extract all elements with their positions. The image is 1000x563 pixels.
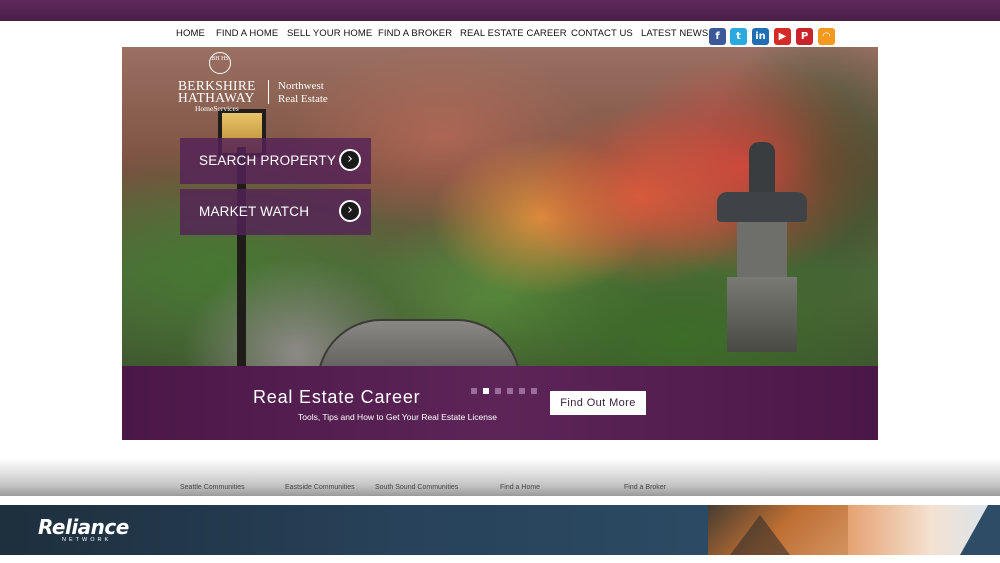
pinterest-icon[interactable]: P: [796, 28, 813, 45]
logo-homeservices: HomeServices: [195, 104, 239, 113]
banner-subtitle: Tools, Tips and How to Get Your Real Est…: [298, 412, 497, 422]
linkedin-icon[interactable]: in: [752, 28, 769, 45]
nav-find-a-home[interactable]: FIND A HOME: [216, 28, 278, 39]
footer-link-south-sound[interactable]: South Sound Communities: [375, 484, 458, 491]
promo-banner: Real Estate Career Tools, Tips and How t…: [122, 366, 878, 440]
reliance-footer: Reliance NETWORK: [0, 505, 1000, 555]
market-watch-button[interactable]: MARKET WATCH ›: [180, 189, 371, 235]
top-bar: [0, 0, 1000, 21]
search-property-button[interactable]: SEARCH PROPERTY ›: [180, 138, 371, 184]
find-out-more-button[interactable]: Find Out More: [550, 391, 646, 415]
nav-contact-us[interactable]: CONTACT US: [571, 28, 633, 39]
footer-link-find-home[interactable]: Find a Home: [500, 484, 540, 491]
logo-seal: BH HS: [209, 52, 231, 74]
slider-dot[interactable]: [471, 388, 477, 394]
logo-wordmark: BERKSHIRE HATHAWAY: [178, 79, 256, 105]
brand-logo[interactable]: BH HS BERKSHIRE HATHAWAY HomeServices No…: [178, 52, 338, 114]
footer-links: Seattle Communities Eastside Communities…: [0, 458, 1000, 496]
slider-dot[interactable]: [519, 388, 525, 394]
twitter-icon[interactable]: t: [730, 28, 747, 45]
slider-dots: [471, 381, 543, 399]
slider-dot[interactable]: [483, 388, 489, 394]
nav-find-a-broker[interactable]: FIND A BROKER: [378, 28, 452, 39]
stone-lantern: [717, 142, 807, 352]
logo-divider: [268, 80, 269, 104]
facebook-icon[interactable]: f: [709, 28, 726, 45]
logo-region: Northwest Real Estate: [278, 80, 328, 106]
decorative-graphic: [848, 505, 988, 555]
nav-sell-your-home[interactable]: SELL YOUR HOME: [287, 28, 372, 39]
rss-icon[interactable]: ◠: [818, 28, 835, 45]
banner-title: Real Estate Career: [253, 387, 421, 407]
reliance-logo[interactable]: Reliance: [38, 515, 129, 539]
logo-region-1: Northwest: [278, 80, 324, 92]
nav-real-estate-career[interactable]: REAL ESTATE CAREER: [460, 28, 567, 39]
footer-link-eastside[interactable]: Eastside Communities: [285, 484, 355, 491]
logo-line-2: HATHAWAY: [178, 90, 255, 105]
nav-home[interactable]: HOME: [176, 28, 205, 39]
chevron-right-icon: ›: [339, 200, 361, 222]
slider-dot[interactable]: [507, 388, 513, 394]
search-property-label: SEARCH PROPERTY: [199, 153, 337, 168]
footer-link-find-broker[interactable]: Find a Broker: [624, 484, 666, 491]
market-watch-label: MARKET WATCH: [199, 204, 310, 219]
nav-latest-news[interactable]: LATEST NEWS: [641, 28, 708, 39]
youtube-icon[interactable]: ▶: [774, 28, 791, 45]
slider-dot[interactable]: [531, 388, 537, 394]
main-nav: HOME FIND A HOME SELL YOUR HOME FIND A B…: [0, 28, 1000, 44]
reliance-network-label: NETWORK: [62, 537, 112, 543]
logo-region-2: Real Estate: [278, 93, 328, 105]
chevron-right-icon: ›: [339, 149, 361, 171]
footer-link-seattle[interactable]: Seattle Communities: [180, 484, 245, 491]
slider-dot[interactable]: [495, 388, 501, 394]
footer-gap: [0, 496, 1000, 505]
